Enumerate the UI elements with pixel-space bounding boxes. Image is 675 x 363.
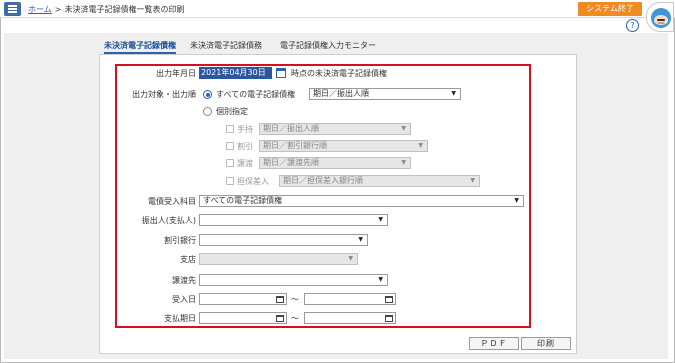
calendar-icon[interactable] (385, 296, 393, 303)
chevron-down-icon: ▼ (470, 177, 475, 184)
all-order-value: 期日／振出人順 (313, 89, 369, 98)
transfer-order-select[interactable]: 期日／譲渡先順 ▼ (259, 157, 411, 169)
calendar-icon[interactable] (276, 68, 286, 78)
radio-all-label: すべての電子記録債権 (216, 90, 296, 99)
chevron-down-icon: ▼ (418, 142, 423, 149)
output-date-suffix: 時点の未決済電子記録債権 (291, 69, 387, 78)
received-date-to-input[interactable] (304, 293, 396, 305)
checkbox-on-hand[interactable] (226, 125, 234, 133)
due-date-label: 支払期日 (164, 314, 196, 323)
page-title: 未決済電子記録債権一覧表の印刷 (64, 5, 185, 14)
drawer-label: 振出人(支払人) (141, 216, 196, 225)
account-select[interactable]: すべての電子記録債権 ▼ (199, 195, 524, 207)
transferee-label: 譲渡先 (172, 276, 196, 285)
tab-payables[interactable]: 未決済電子記録債務 (190, 40, 262, 52)
received-date-from-input[interactable] (199, 293, 287, 305)
mascot-face-icon (651, 8, 671, 28)
account-label: 電債受入科目 (148, 197, 196, 206)
collateral-order-select[interactable]: 期日／担保差入銀行順 ▼ (279, 175, 480, 187)
mascot-avatar[interactable] (646, 2, 674, 32)
discount-order-value: 期日／割引銀行順 (263, 141, 327, 150)
system-exit-button[interactable]: システム終了 (578, 2, 642, 16)
due-date-to-input[interactable] (304, 312, 396, 324)
radio-all-receivables[interactable] (203, 90, 212, 99)
due-date-from-input[interactable] (199, 312, 287, 324)
chevron-down-icon: ▼ (348, 255, 353, 262)
pdf-button[interactable]: ＰＤＦ (469, 337, 519, 350)
checkbox-transfer[interactable] (226, 159, 234, 167)
range-separator: 〜 (291, 314, 299, 323)
checkbox-collateral[interactable] (226, 177, 234, 185)
calendar-icon[interactable] (385, 315, 393, 322)
calendar-icon[interactable] (276, 315, 284, 322)
chevron-down-icon: ▼ (401, 159, 406, 166)
transfer-label: 譲渡 (237, 159, 253, 168)
drawer-select[interactable]: ▼ (199, 214, 388, 226)
calendar-icon[interactable] (276, 296, 284, 303)
output-target-label: 出力対象・出力順 (132, 90, 196, 99)
all-order-select[interactable]: 期日／振出人順 ▼ (309, 88, 461, 100)
on-hand-order-value: 期日／振出人順 (263, 124, 319, 133)
hamburger-menu-icon[interactable] (4, 2, 21, 16)
chevron-down-icon: ▼ (378, 216, 383, 223)
tab-input-monitor[interactable]: 電子記録債権入力モニター (280, 40, 376, 52)
help-icon[interactable]: ? (626, 19, 639, 32)
chevron-down-icon: ▼ (401, 125, 406, 132)
discount-order-select[interactable]: 期日／割引銀行順 ▼ (259, 140, 428, 152)
tab-receivables[interactable]: 未決済電子記録債権 (104, 40, 176, 54)
radio-individual-label: 個別指定 (216, 107, 248, 116)
branch-label: 支店 (180, 255, 196, 264)
radio-individual[interactable] (203, 107, 212, 116)
breadcrumb: ホーム > 未決済電子記録債権一覧表の印刷 (28, 4, 184, 15)
print-button[interactable]: 印刷 (521, 337, 571, 350)
discount-label: 割引 (237, 142, 253, 151)
collateral-label: 担保差入 (237, 177, 269, 186)
top-bar: ホーム > 未決済電子記録債権一覧表の印刷 システム終了 (0, 0, 675, 18)
transferee-select[interactable]: ▼ (199, 274, 388, 286)
bank-label: 割引銀行 (164, 236, 196, 245)
chevron-down-icon: ▼ (451, 90, 456, 97)
chevron-down-icon: ▼ (358, 236, 363, 243)
collateral-order-value: 期日／担保差入銀行順 (283, 176, 363, 185)
bank-select[interactable]: ▼ (199, 234, 368, 246)
on-hand-label: 手持 (237, 125, 253, 134)
output-date-input[interactable]: 2021年04月30日 (199, 67, 272, 79)
checkbox-discount[interactable] (226, 142, 234, 150)
range-separator: 〜 (291, 295, 299, 304)
transfer-order-value: 期日／譲渡先順 (263, 158, 319, 167)
received-date-label: 受入日 (172, 295, 196, 304)
account-value: すべての電子記録債権 (203, 196, 283, 205)
chevron-down-icon: ▼ (378, 276, 383, 283)
breadcrumb-separator: > (54, 5, 62, 14)
on-hand-order-select[interactable]: 期日／振出人順 ▼ (259, 123, 411, 135)
tab-bar: 未決済電子記録債権 未決済電子記録債務 電子記録債権入力モニター (99, 40, 579, 54)
chevron-down-icon: ▼ (514, 197, 519, 204)
breadcrumb-home-link[interactable]: ホーム (28, 5, 52, 14)
branch-select[interactable]: ▼ (199, 253, 358, 265)
output-date-label: 出力年月日 (156, 69, 196, 78)
